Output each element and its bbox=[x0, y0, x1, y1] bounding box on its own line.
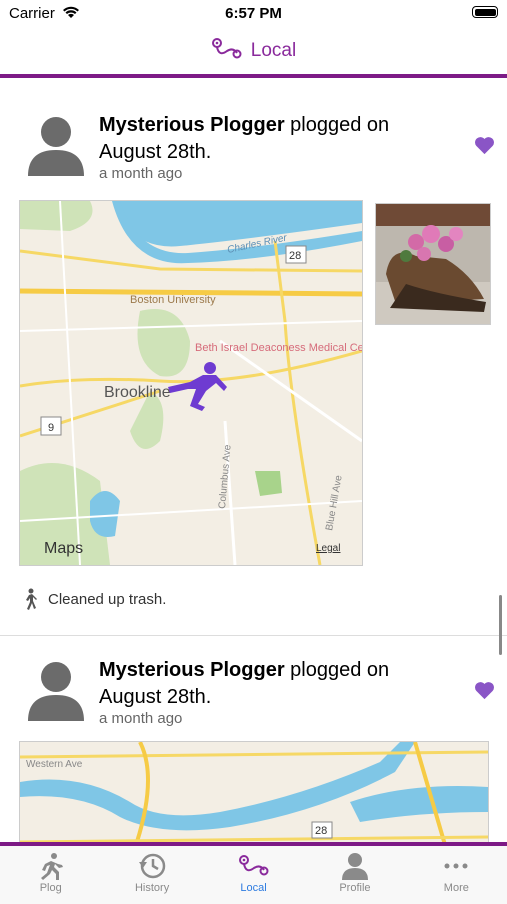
map-label-university: Boston University bbox=[130, 294, 216, 306]
maps-logo: Maps bbox=[44, 540, 83, 557]
route-icon bbox=[238, 855, 269, 876]
scrollbar[interactable] bbox=[499, 595, 502, 655]
ellipsis-icon bbox=[444, 863, 468, 869]
history-icon bbox=[139, 853, 166, 879]
avatar bbox=[28, 114, 84, 176]
tab-label: Profile bbox=[339, 882, 371, 894]
map-label-street: Western Ave bbox=[26, 759, 83, 770]
tab-label: Plog bbox=[39, 882, 62, 894]
heart-icon[interactable] bbox=[474, 681, 495, 705]
post-date: August 28th. bbox=[99, 141, 212, 163]
post-headline: Mysterious Plogger plogged on August 28t… bbox=[99, 657, 439, 711]
avatar bbox=[28, 659, 84, 721]
post-action: plogged on bbox=[290, 114, 390, 136]
status-bar: Carrier 6:57 PM bbox=[0, 0, 507, 28]
tab-label: More bbox=[443, 882, 469, 894]
post-headline: Mysterious Plogger plogged on August 28t… bbox=[99, 112, 439, 166]
tab-bar: Plog History Local Profile More bbox=[0, 842, 507, 904]
tab-more[interactable]: More bbox=[406, 846, 507, 904]
route-icon bbox=[211, 37, 243, 66]
walker-icon bbox=[26, 588, 37, 610]
nav-bar: Local bbox=[0, 28, 507, 78]
activity-label: Cleaned up trash. bbox=[48, 590, 167, 608]
heart-icon[interactable] bbox=[474, 136, 495, 160]
activity-row: Cleaned up trash. bbox=[22, 588, 166, 610]
tab-history[interactable]: History bbox=[101, 846, 202, 904]
clock: 6:57 PM bbox=[225, 5, 282, 22]
route-shield-28: 28 bbox=[315, 825, 327, 837]
post-action: plogged on bbox=[290, 659, 390, 681]
divider bbox=[0, 635, 507, 636]
runner-icon bbox=[40, 853, 63, 880]
username: Mysterious Plogger bbox=[99, 114, 285, 136]
local-feed[interactable]: Mysterious Plogger plogged on August 28t… bbox=[0, 78, 507, 842]
route-shield-28: 28 bbox=[289, 250, 301, 262]
map-label-hospital: Beth Israel Deaconess Medical Center bbox=[195, 342, 362, 354]
tab-plog[interactable]: Plog bbox=[0, 846, 101, 904]
person-icon bbox=[341, 853, 368, 880]
map-view[interactable]: Western Ave 28 bbox=[19, 741, 489, 842]
post-ago: a month ago bbox=[99, 710, 183, 727]
username: Mysterious Plogger bbox=[99, 659, 285, 681]
map-legal-link: Legal bbox=[316, 543, 340, 554]
tab-label: Local bbox=[240, 882, 267, 894]
map-view[interactable]: Charles River Boston University Beth Isr… bbox=[19, 200, 363, 566]
trash-photo[interactable] bbox=[375, 203, 491, 325]
post-ago: a month ago bbox=[99, 165, 183, 182]
battery-icon bbox=[472, 6, 498, 18]
route-shield-9: 9 bbox=[48, 422, 54, 434]
tab-local[interactable]: Local bbox=[203, 846, 304, 904]
tab-profile[interactable]: Profile bbox=[304, 846, 405, 904]
map-label-town: Brookline bbox=[104, 384, 171, 401]
nav-title: Local bbox=[250, 40, 297, 61]
post-date: August 28th. bbox=[99, 686, 212, 708]
tab-label: History bbox=[134, 882, 170, 894]
